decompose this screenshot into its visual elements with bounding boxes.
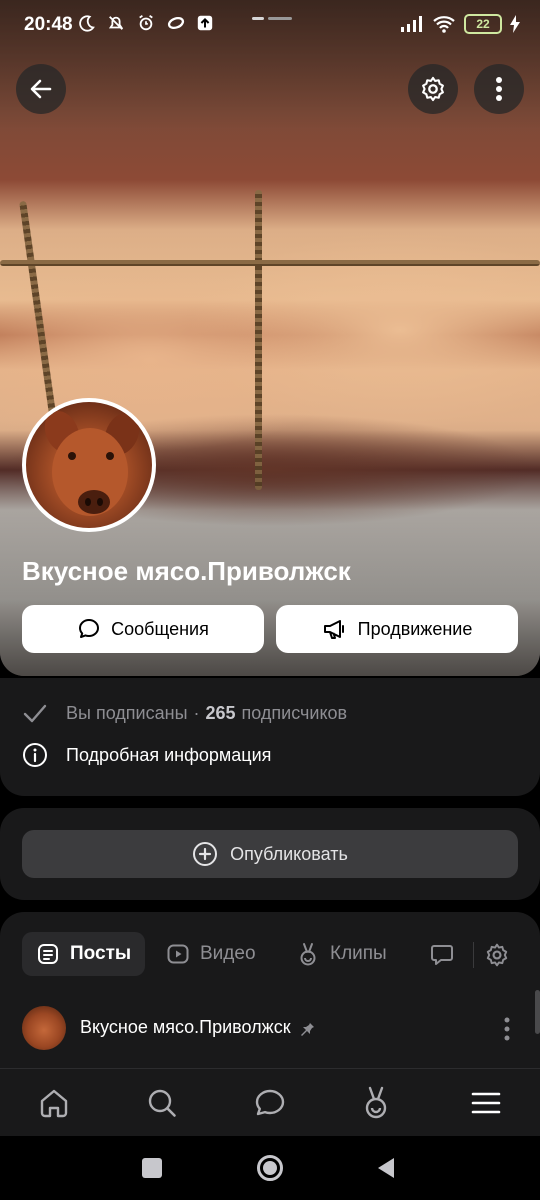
alarm-icon [139, 15, 153, 31]
back-button[interactable] [16, 64, 66, 114]
home-system-button[interactable] [257, 1155, 283, 1181]
post-author-name: Вкусное мясо.Приволжск [80, 1017, 291, 1037]
group-name: Вкусное мясо.Приволжск [22, 556, 351, 586]
subscribers-count: 265 [205, 702, 236, 723]
subscribed-status: Вы подписаны [66, 702, 188, 723]
tabs-settings-button[interactable] [484, 942, 510, 973]
post-more-button[interactable] [500, 1016, 514, 1042]
more-vertical-icon [496, 77, 502, 101]
tab-video[interactable]: Видео [166, 932, 256, 976]
back-arrow-icon [30, 79, 52, 99]
menu-icon [471, 1092, 501, 1114]
bottom-navigation [0, 1068, 540, 1136]
nav-home[interactable] [36, 1085, 72, 1121]
group-avatar[interactable] [22, 398, 156, 532]
sync-icon [167, 16, 185, 30]
clips-icon [300, 943, 316, 966]
feed-card: Посты Видео Клипы Вкусное мясо.Приволжск [0, 912, 540, 1068]
boar-picture [44, 410, 140, 516]
plus-circle-icon [193, 842, 218, 866]
page-indicator [252, 17, 292, 20]
recent-apps-button[interactable] [142, 1158, 162, 1178]
messages-label: Сообщения [111, 618, 209, 639]
pin-icon [300, 1020, 314, 1036]
charging-icon [510, 15, 520, 33]
gear-icon [422, 76, 444, 102]
clock: 20:48 [24, 14, 73, 35]
home-icon [40, 1089, 68, 1118]
scrollbar[interactable] [535, 990, 540, 1034]
tab-posts[interactable]: Посты [22, 932, 146, 976]
nav-search[interactable] [144, 1085, 180, 1121]
video-icon [167, 944, 189, 964]
wifi-icon [433, 16, 455, 33]
tab-discussions[interactable] [430, 932, 470, 976]
publish-card: Опубликовать [0, 808, 540, 900]
clips-icon [365, 1086, 387, 1119]
back-system-button[interactable] [376, 1156, 396, 1180]
status-bar: 20:48 22 [0, 0, 540, 52]
promotion-label: Продвижение [357, 618, 473, 639]
comments-icon [431, 945, 453, 965]
info-icon [23, 743, 47, 767]
megaphone-icon [323, 620, 344, 639]
signal-icon [401, 16, 422, 32]
more-vertical-icon [504, 1017, 510, 1041]
nav-menu[interactable] [468, 1085, 504, 1121]
nav-messages[interactable] [252, 1085, 288, 1121]
settings-button[interactable] [408, 64, 458, 114]
subscribers-label: подписчиков [241, 702, 348, 723]
battery-indicator: 22 [464, 14, 502, 34]
post-author[interactable]: Вкусное мясо.Приволжск [80, 1017, 315, 1038]
message-bubble-icon [79, 619, 100, 638]
system-navigation-bar [0, 1136, 540, 1200]
nav-clips[interactable] [358, 1085, 394, 1121]
messages-icon [255, 1089, 285, 1116]
messages-button[interactable]: Сообщения [22, 605, 264, 653]
posts-icon [38, 944, 58, 964]
publish-button[interactable]: Опубликовать [22, 830, 518, 878]
tab-clips[interactable]: Клипы [296, 932, 387, 976]
promotion-button[interactable]: Продвижение [276, 605, 518, 653]
search-icon [148, 1089, 176, 1117]
details-label: Подробная информация [66, 744, 272, 765]
mute-icon [108, 16, 124, 30]
publish-label: Опубликовать [230, 843, 348, 864]
more-button[interactable] [474, 64, 524, 114]
post-author-avatar[interactable] [22, 1006, 66, 1050]
check-icon [23, 704, 47, 723]
upload-icon [197, 15, 213, 31]
group-info-card: Вы подписаны · 265 подписчиков Подробная… [0, 678, 540, 796]
subscription-row[interactable]: Вы подписаны · 265 подписчиков [22, 702, 347, 724]
gear-icon [486, 943, 508, 967]
moon-icon [79, 15, 95, 32]
details-row[interactable]: Подробная информация [22, 742, 271, 768]
